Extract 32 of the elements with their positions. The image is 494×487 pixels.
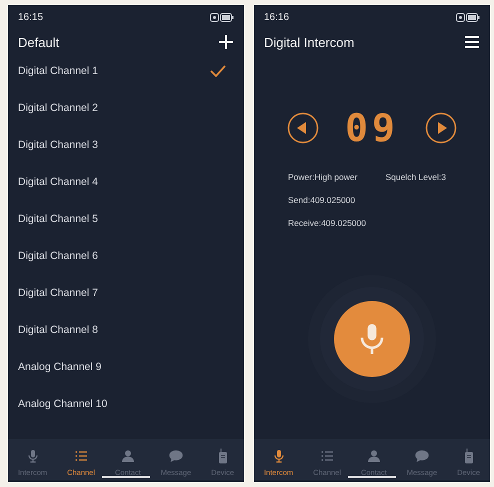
channel-number: 09 bbox=[345, 106, 399, 150]
info-text: Power:High power bbox=[288, 172, 358, 182]
person-icon[interactable] bbox=[366, 448, 382, 464]
screen-title: Default bbox=[18, 34, 60, 50]
channel-name[interactable]: Digital Channel 5 bbox=[18, 213, 98, 225]
channel-name[interactable]: Digital Channel 6 bbox=[18, 250, 98, 262]
speech-bubble-icon[interactable] bbox=[168, 448, 184, 464]
channel-name[interactable]: Digital Channel 2 bbox=[18, 102, 98, 114]
channel-name[interactable]: Digital Channel 1 bbox=[18, 65, 98, 77]
channel-name[interactable]: Digital Channel 4 bbox=[18, 176, 98, 188]
battery-icon bbox=[210, 12, 234, 22]
channel-name[interactable]: Analog Channel 10 bbox=[18, 398, 108, 410]
status-time: 16:16 bbox=[264, 12, 290, 22]
channel-name[interactable]: Digital Channel 8 bbox=[18, 324, 98, 336]
list-icon[interactable] bbox=[319, 448, 336, 464]
info-text: Receive:409.025000 bbox=[288, 218, 366, 228]
home-indicator bbox=[102, 476, 150, 478]
channel-name[interactable]: Digital Channel 7 bbox=[18, 287, 98, 299]
menu-icon[interactable] bbox=[464, 35, 480, 49]
list-icon[interactable] bbox=[73, 448, 90, 464]
info-text: Squelch Level:3 bbox=[385, 172, 446, 182]
push-to-talk-button[interactable] bbox=[334, 300, 410, 376]
channel-name[interactable]: Analog Channel 9 bbox=[18, 361, 102, 373]
person-icon[interactable] bbox=[120, 448, 136, 464]
home-indicator bbox=[348, 476, 396, 478]
add-icon[interactable] bbox=[218, 34, 234, 50]
battery-icon bbox=[456, 12, 480, 22]
channel-name[interactable]: Digital Channel 3 bbox=[18, 139, 98, 151]
speech-bubble-icon[interactable] bbox=[414, 448, 430, 464]
status-time: 16:15 bbox=[18, 12, 44, 22]
screen-title: Digital Intercom bbox=[264, 34, 354, 50]
info-text: Send:409.025000 bbox=[288, 195, 356, 205]
